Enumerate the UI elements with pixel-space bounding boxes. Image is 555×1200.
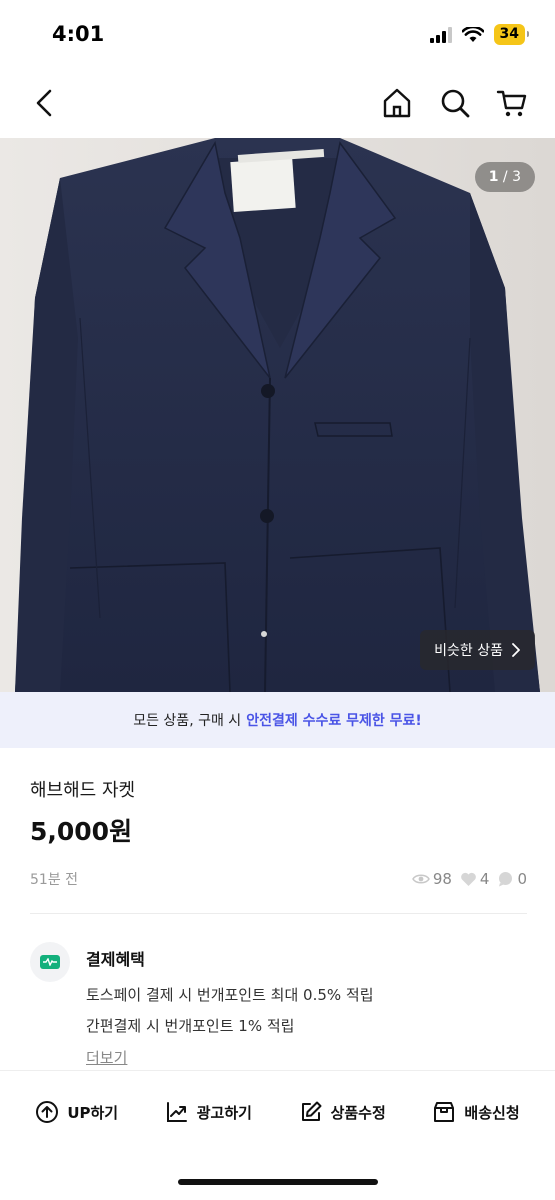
chat-bubble-icon	[499, 872, 513, 887]
edit-label: 상품수정	[330, 1103, 386, 1122]
up-button[interactable]: UP하기	[35, 1100, 118, 1124]
arrow-up-circle-icon	[36, 1101, 59, 1123]
battery-indicator: 34	[493, 24, 530, 45]
ad-button[interactable]: 광고하기	[165, 1100, 252, 1124]
similar-products-label: 비슷한 상품	[434, 643, 503, 659]
likes-stat: 4	[460, 870, 490, 888]
edit-product-button[interactable]: 상품수정	[299, 1100, 386, 1124]
chevron-left-icon[interactable]	[28, 86, 62, 120]
chats-stat: 0	[497, 870, 527, 888]
benefit-title: 결제혜택	[86, 950, 145, 969]
views-stat: 98	[411, 870, 452, 888]
posted-time: 51분 전	[30, 872, 79, 888]
home-indicator	[178, 1179, 378, 1185]
product-stats: 98 4 0	[411, 870, 527, 888]
top-nav	[0, 70, 555, 138]
box-icon	[434, 1102, 455, 1122]
likes-count: 4	[479, 870, 490, 888]
edit-icon	[301, 1101, 322, 1121]
banner-highlight: 안전결제 수수료 무제한 무료!	[246, 713, 422, 729]
eye-icon	[411, 874, 430, 884]
search-icon[interactable]	[438, 86, 472, 120]
cart-icon[interactable]	[495, 86, 529, 120]
image-counter-total: 3	[512, 169, 521, 185]
status-time: 4:01	[52, 22, 105, 46]
benefit-line-1: 토스페이 결제 시 번개포인트 최대 0.5% 적립	[86, 986, 374, 1004]
ad-label: 광고하기	[196, 1103, 252, 1122]
trending-up-icon	[166, 1102, 187, 1122]
chevron-right-icon	[512, 643, 520, 657]
views-count: 98	[432, 870, 452, 888]
bottom-action-bar: UP하기 광고하기 상품수정 배송신청	[0, 1070, 555, 1200]
safe-payment-banner[interactable]: 모든 상품, 구매 시 안전결제 수수료 무제한 무료!	[0, 692, 555, 748]
product-price: 5,000원	[30, 817, 133, 846]
banner-text: 모든 상품, 구매 시	[133, 713, 242, 729]
similar-products-button[interactable]: 비슷한 상품	[420, 630, 535, 670]
pulse-icon	[43, 958, 57, 966]
image-counter-separator: /	[498, 169, 513, 185]
status-bar: 4:01 34	[0, 0, 555, 70]
status-icons: 34	[429, 24, 530, 45]
divider	[30, 913, 527, 914]
product-image[interactable]: 1 / 3 비슷한 상품	[0, 138, 555, 692]
product-meta: 51분 전 98 4 0	[30, 868, 527, 890]
jacket-photo	[0, 138, 555, 692]
signal-icon	[429, 26, 452, 43]
shipping-request-button[interactable]: 배송신청	[432, 1100, 520, 1124]
more-link[interactable]: 더보기	[86, 1047, 127, 1068]
payment-benefit-icon	[30, 942, 70, 982]
chats-count: 0	[517, 870, 527, 888]
heart-icon	[461, 872, 476, 886]
image-counter: 1 / 3	[474, 162, 535, 192]
up-label: UP하기	[67, 1103, 119, 1122]
shipping-label: 배송신청	[464, 1103, 520, 1122]
benefit-line-2: 간편결제 시 번개포인트 1% 적립	[86, 1017, 295, 1035]
product-title: 해브해드 자켓	[30, 780, 136, 801]
wifi-icon	[461, 26, 484, 42]
image-counter-current: 1	[488, 169, 499, 185]
home-icon[interactable]	[380, 86, 414, 120]
